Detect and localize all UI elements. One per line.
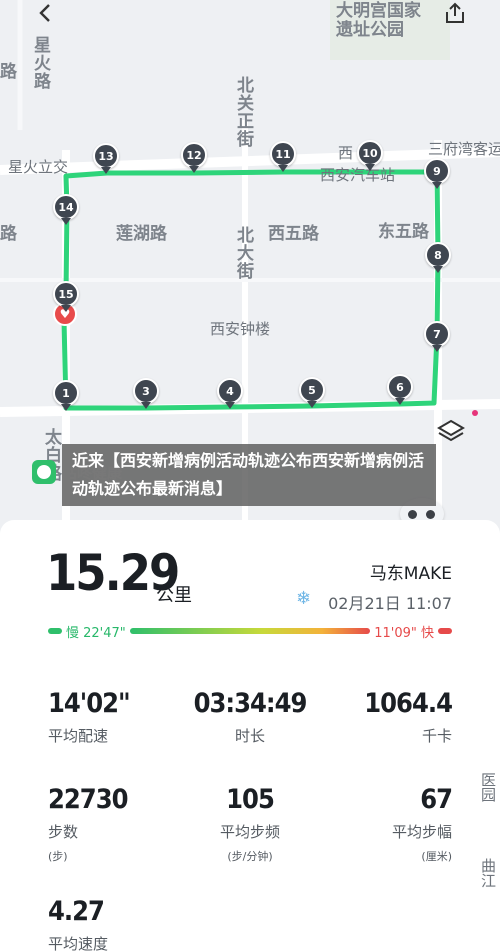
route-pin-14[interactable]: 14 [53,194,79,225]
user-name[interactable]: 马东MAKE [370,559,452,584]
map-label-sanfuwan: 三府湾客运 [428,140,500,158]
route-pin-8[interactable]: 8 [425,242,451,273]
route-pin-11[interactable]: 11 [270,141,296,172]
route-pin-3[interactable]: 3 [133,378,159,409]
app-logo-icon [32,460,56,484]
stat-stride: 67 平均步幅 (厘米) [292,784,453,864]
stat-label: 平均步幅 [391,823,452,841]
route-pin-10[interactable]: 10 [357,140,383,171]
route-pin-4[interactable]: 4 [217,378,243,409]
snowflake-icon: ❄ [296,588,312,609]
route-pin-7[interactable]: 7 [424,321,450,352]
map-label-dongwu: 东五路 [378,222,429,242]
stat-label: 平均速度 [48,935,109,951]
route-pin-6[interactable]: 6 [387,374,413,405]
map-label-bus-station: 西安汽车站 [320,166,396,184]
stat-value: 4.27 [48,896,105,927]
layers-icon [437,419,465,442]
map-label-beidajie: 北大街 [233,226,253,280]
map-label-fragment-right-2: 曲江 [479,858,497,888]
route-pin-13[interactable]: 13 [93,143,119,174]
route-pin-5[interactable]: 5 [299,377,325,408]
stat-avg-speed: 4.27 平均速度 [48,896,208,951]
chevron-left-icon [39,4,50,22]
stat-value: 67 [420,784,453,815]
map-label-xiwu: 西五路 [268,224,319,244]
stat-label: 千卡 [421,727,452,745]
map-label-beiguan: 北关正街 [233,76,253,148]
activity-date: 02月21日 11:07 [328,594,452,613]
back-button[interactable] [30,0,60,26]
share-button[interactable] [440,0,470,26]
map-label-xinghuo-interchange: 星火立交 [8,158,69,176]
map-label-xi: 西 [338,144,354,162]
route-pin-12[interactable]: 12 [181,142,207,173]
distance-unit: 公里 [156,585,192,606]
news-banner[interactable]: 近来【西安新增病例活动轨迹公布西安新增病例活动轨迹公布最新消息】 [62,444,436,506]
pace-fast-label: 11'09" 快 [374,626,434,641]
map-label-fragment-right-1: 医园 [479,772,497,802]
map-label-lianhu: 莲湖路 [116,224,167,244]
layers-button[interactable] [436,416,466,446]
map-label-xinghuo-road: 星火路 [30,36,50,90]
map-label-road-left: 路 [0,62,17,82]
stat-calories: 1064.4 千卡 [292,688,453,746]
share-icon [446,2,464,23]
route-pin-1[interactable]: 1 [53,380,79,411]
pace-slow-label: 慢 22'47" [66,626,126,641]
map-label-daming: 大明宫国家 遗址公园 [336,1,421,40]
map-label-bell-tower: 西安钟楼 [210,320,271,338]
notification-dot [472,410,478,416]
map-label-road-left-mid: 路 [0,224,17,244]
stat-value: 1064.4 [364,688,453,719]
stat-unit: (厘米) [421,850,452,863]
route-pin-9[interactable]: 9 [424,158,450,189]
route-pin-15[interactable]: 15 [53,281,79,312]
